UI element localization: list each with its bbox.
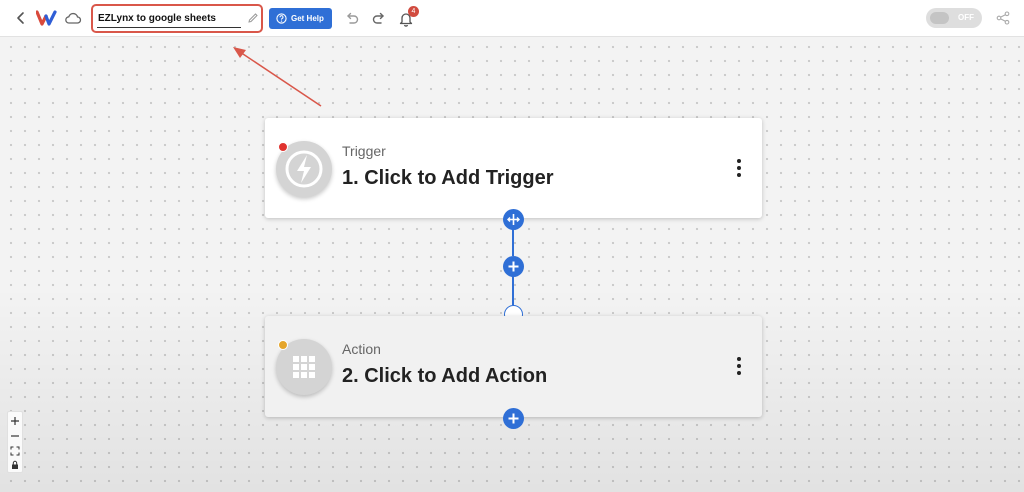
workflow-name-input[interactable] — [97, 10, 241, 28]
notification-badge: 4 — [408, 6, 419, 17]
toggle-knob — [930, 12, 949, 24]
action-type-label: Action — [342, 341, 381, 357]
zoom-in-icon[interactable] — [10, 416, 20, 426]
pencil-icon[interactable] — [247, 12, 259, 24]
plus-icon — [508, 261, 519, 272]
cloud-icon — [65, 12, 82, 24]
add-step-button[interactable] — [503, 256, 524, 277]
trigger-title[interactable]: 1. Click to Add Trigger — [342, 167, 554, 190]
action-title[interactable]: 2. Click to Add Action — [342, 365, 547, 388]
chevron-left-icon[interactable] — [12, 9, 30, 27]
get-help-label: Get Help — [291, 14, 324, 23]
trigger-status-dot — [278, 142, 288, 152]
action-status-dot — [278, 340, 288, 350]
get-help-button[interactable]: Get Help — [269, 8, 332, 29]
trigger-step-card[interactable]: Trigger 1. Click to Add Trigger — [265, 118, 762, 218]
question-circle-icon — [276, 13, 287, 24]
annotation-arrow — [233, 47, 322, 107]
zoom-out-icon[interactable] — [10, 431, 20, 441]
undo-icon[interactable] — [344, 11, 360, 25]
action-step-card[interactable]: Action 2. Click to Add Action — [265, 316, 762, 417]
action-more-menu-icon[interactable] — [733, 356, 745, 376]
lock-icon[interactable] — [10, 460, 20, 470]
workflow-name-highlight — [91, 4, 263, 33]
top-toolbar: Get Help 4 OFF — [0, 0, 1024, 37]
connector-line — [512, 229, 514, 256]
w-logo-icon[interactable] — [36, 9, 60, 27]
fit-screen-icon[interactable] — [10, 446, 20, 456]
redo-icon[interactable] — [371, 11, 387, 25]
connector-line — [512, 276, 514, 305]
workflow-active-toggle[interactable]: OFF — [926, 8, 982, 28]
zoom-controls — [7, 411, 23, 473]
trigger-more-menu-icon[interactable] — [733, 158, 745, 178]
toggle-state-label: OFF — [958, 13, 974, 22]
branch-node[interactable] — [503, 209, 524, 230]
add-step-after-action-button[interactable] — [503, 408, 524, 429]
share-icon[interactable] — [996, 11, 1010, 25]
trigger-type-label: Trigger — [342, 143, 386, 159]
split-arrows-icon — [507, 214, 520, 225]
plus-icon — [508, 413, 519, 424]
